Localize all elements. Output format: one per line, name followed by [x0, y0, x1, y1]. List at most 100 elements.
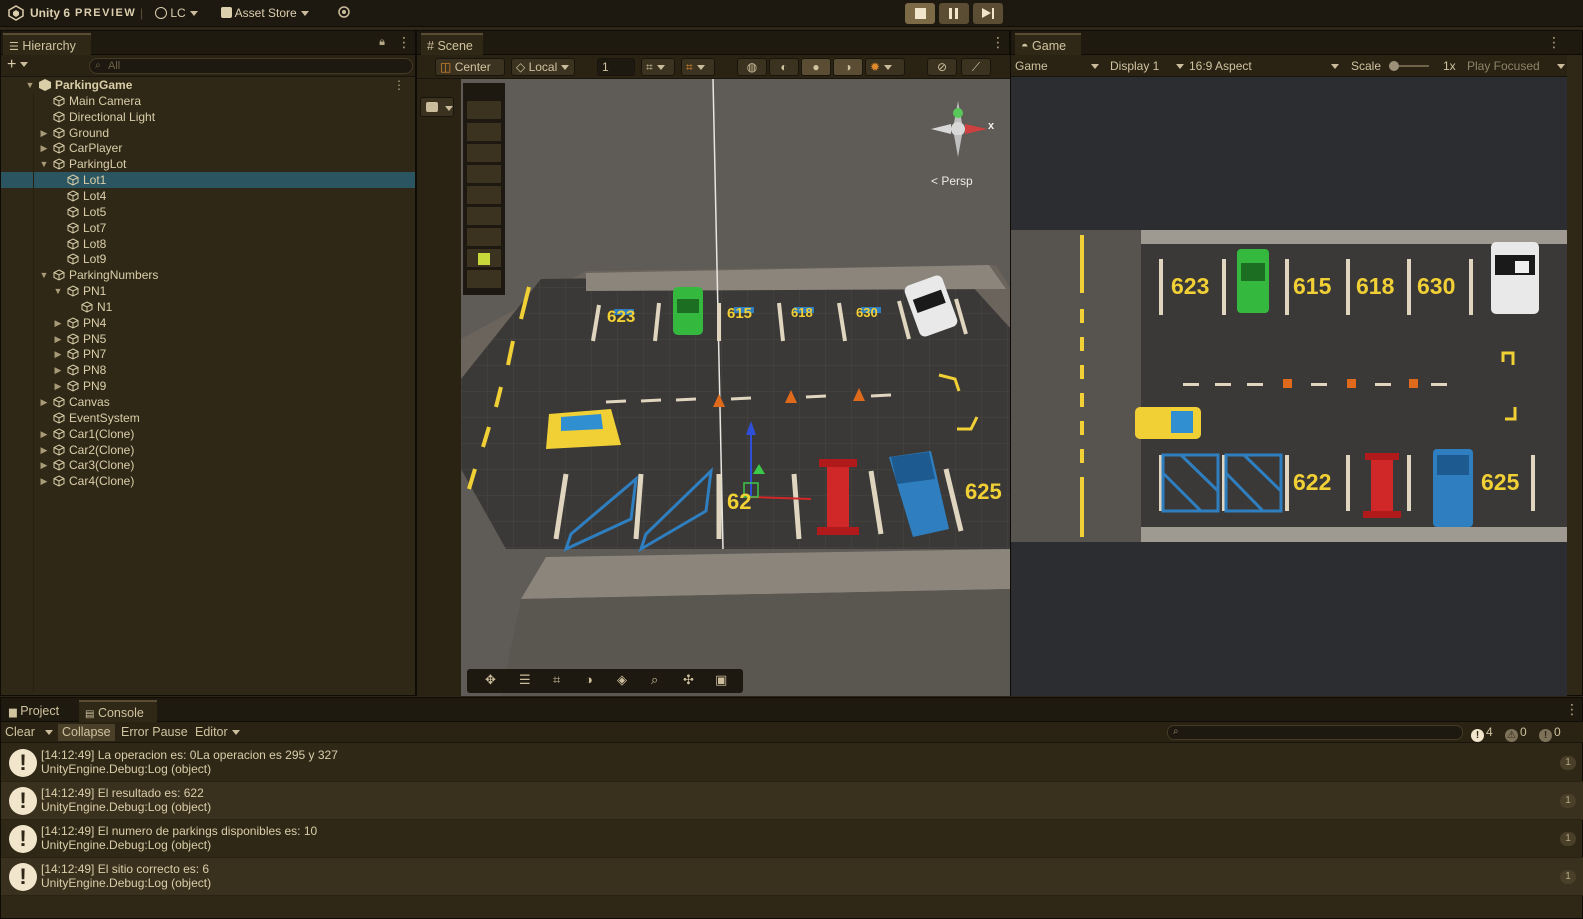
camera-overlay-button[interactable] — [420, 97, 454, 117]
snap-grid-button[interactable]: ⌗ — [641, 58, 675, 76]
grid-size-input[interactable]: 1 — [597, 58, 635, 76]
camera-tool-icon[interactable]: ▣ — [715, 672, 727, 688]
console-log-entry[interactable]: ! [14:12:49] La operacion es: 0La operaci… — [1, 744, 1583, 782]
2d-toggle-button[interactable]: ◑ — [833, 58, 863, 76]
shading-tool-icon[interactable]: ◑ — [585, 672, 593, 687]
chevron-down-icon[interactable]: ▼ — [53, 283, 63, 299]
kebab-menu-icon[interactable]: ⋮ — [1565, 702, 1579, 716]
zoom-tool-icon[interactable]: ⌕ — [651, 672, 658, 688]
chevron-right-icon[interactable]: ▶ — [39, 473, 49, 489]
hierarchy-item[interactable]: ▶ PN9 — [1, 378, 415, 394]
layers-tool-icon[interactable]: ◈ — [617, 672, 627, 688]
kebab-menu-icon[interactable]: ⋮ — [393, 77, 405, 93]
hierarchy-item[interactable]: Main Camera — [1, 93, 415, 109]
hierarchy-search-input[interactable]: ⌕ All — [89, 58, 413, 74]
hierarchy-item[interactable]: ▶ Car1(Clone) — [1, 426, 415, 442]
shading-button[interactable]: ◐ — [769, 58, 799, 76]
tab-hierarchy[interactable]: ☰ Hierarchy — [3, 33, 91, 55]
console-search-input[interactable]: ⌕ — [1167, 725, 1463, 740]
chevron-right-icon[interactable]: ▶ — [39, 426, 49, 442]
hierarchy-item[interactable]: ▶ PN8 — [1, 362, 415, 378]
hierarchy-item[interactable]: Lot9 — [1, 251, 415, 267]
hierarchy-item[interactable]: N1 — [1, 299, 415, 315]
warning-count-toggle[interactable]: ⚠ 0 — [1505, 725, 1527, 742]
error-pause-toggle[interactable]: Error Pause — [121, 724, 188, 741]
tab-console[interactable]: ▤ Console — [79, 700, 157, 722]
slider-thumb[interactable] — [1389, 61, 1399, 71]
display-dropdown[interactable]: Display 1 — [1110, 58, 1184, 74]
chevron-right-icon[interactable]: ▶ — [53, 315, 63, 331]
hierarchy-item[interactable]: ▼ ParkingGame ⋮ — [1, 77, 415, 93]
hidden-objects-button[interactable]: ⊘ — [927, 58, 957, 76]
hierarchy-item[interactable]: ▶ Ground — [1, 125, 415, 141]
chevron-down-icon[interactable]: ▼ — [39, 267, 49, 283]
scene-viewport[interactable]: 623 615 618 630 62 625 x < Persp ✥ ☰ ⌗ ◑… — [461, 79, 1011, 696]
pivot-dropdown[interactable]: ◫ Center — [435, 58, 505, 87]
hierarchy-item[interactable]: ▼ ParkingNumbers — [1, 267, 415, 283]
clear-button[interactable]: Clear — [5, 724, 35, 741]
gizmos-button[interactable]: ⟋ — [961, 58, 991, 76]
hierarchy-item[interactable]: Directional Light — [1, 109, 415, 125]
clear-options-dropdown[interactable] — [41, 724, 53, 741]
tab-scene[interactable]: # Scene — [421, 33, 483, 55]
hierarchy-item[interactable]: ▶ Canvas — [1, 394, 415, 410]
tab-project[interactable]: ▆ Project — [3, 700, 75, 722]
tab-game[interactable]: ◓ Game — [1015, 33, 1081, 55]
account-dropdown[interactable]: LC — [155, 5, 198, 22]
collapse-toggle[interactable]: Collapse — [58, 724, 115, 741]
console-log-entry[interactable]: ! [14:12:49] El resultado es: 622 UnityEng… — [1, 782, 1583, 820]
add-object-button[interactable]: + — [7, 56, 29, 74]
editor-dropdown[interactable]: Editor — [195, 724, 240, 741]
hierarchy-item[interactable]: ▼ ParkingLot — [1, 156, 415, 172]
pause-button[interactable] — [939, 3, 969, 24]
info-count-toggle[interactable]: ! 4 — [1471, 725, 1493, 742]
chevron-right-icon[interactable]: ▶ — [39, 442, 49, 458]
snap-tool-icon[interactable]: ✣ — [683, 672, 694, 688]
game-viewport[interactable]: 623 615 618 630 622 625 — [1011, 77, 1567, 696]
step-button[interactable] — [973, 3, 1003, 24]
kebab-menu-icon[interactable]: ⋮ — [1547, 35, 1561, 49]
settings-icon[interactable] — [337, 5, 351, 22]
hierarchy-item[interactable]: ▶ PN5 — [1, 331, 415, 347]
hierarchy-item[interactable]: ▼ PN1 — [1, 283, 415, 299]
adjust-tool-icon[interactable]: ☰ — [519, 672, 531, 688]
console-log-entry[interactable]: ! [14:12:49] El sitio correcto es: 6 Unity… — [1, 858, 1583, 896]
scale-slider[interactable] — [1389, 61, 1429, 71]
hierarchy-item[interactable]: Lot1 — [1, 172, 415, 189]
hierarchy-item[interactable]: ▶ Car2(Clone) — [1, 442, 415, 458]
hierarchy-item[interactable]: Lot7 — [1, 220, 415, 236]
chevron-right-icon[interactable]: ▶ — [53, 378, 63, 394]
hierarchy-item[interactable]: ▶ PN7 — [1, 346, 415, 362]
grid-visibility-button[interactable]: ⌗ — [681, 58, 715, 76]
chevron-right-icon[interactable]: ▶ — [39, 457, 49, 473]
play-focused-dropdown[interactable]: Play Focused — [1467, 58, 1565, 74]
game-mode-dropdown[interactable]: Game — [1015, 58, 1099, 74]
grid-tool-icon[interactable]: ⌗ — [553, 672, 560, 688]
hierarchy-item[interactable]: ▶ CarPlayer — [1, 140, 415, 156]
hierarchy-item[interactable]: ▶ PN4 — [1, 315, 415, 331]
lock-icon[interactable]: 🔒︎ — [377, 35, 387, 49]
hierarchy-item[interactable]: Lot4 — [1, 188, 415, 204]
chevron-down-icon[interactable]: ▼ — [25, 77, 35, 93]
chevron-down-icon[interactable]: ▼ — [39, 156, 49, 172]
kebab-menu-icon[interactable]: ⋮ — [397, 35, 411, 49]
console-log-entry[interactable]: ! [14:12:49] El numero de parkings dispon… — [1, 820, 1583, 858]
draw-mode-button[interactable]: ◍ — [737, 58, 767, 76]
move-tool-icon[interactable]: ✥ — [485, 672, 496, 688]
asset-store-dropdown[interactable]: Asset Store — [221, 5, 309, 22]
persp-toggle[interactable]: < Persp — [931, 174, 973, 188]
kebab-menu-icon[interactable]: ⋮ — [991, 35, 1005, 49]
chevron-right-icon[interactable]: ▶ — [53, 362, 63, 378]
error-count-toggle[interactable]: ! 0 — [1539, 725, 1561, 742]
chevron-right-icon[interactable]: ▶ — [39, 125, 49, 141]
stop-button[interactable] — [905, 3, 935, 24]
hierarchy-item[interactable]: Lot8 — [1, 236, 415, 252]
hierarchy-item[interactable]: ▶ Car3(Clone) — [1, 457, 415, 473]
chevron-right-icon[interactable]: ▶ — [39, 394, 49, 410]
effects-button[interactable]: ✹ — [865, 58, 905, 76]
hierarchy-item[interactable]: Lot5 — [1, 204, 415, 220]
hierarchy-item[interactable]: ▶ Car4(Clone) — [1, 473, 415, 489]
aspect-dropdown[interactable]: 16:9 Aspect — [1189, 58, 1339, 74]
chevron-right-icon[interactable]: ▶ — [53, 331, 63, 347]
hierarchy-item[interactable]: EventSystem — [1, 410, 415, 426]
